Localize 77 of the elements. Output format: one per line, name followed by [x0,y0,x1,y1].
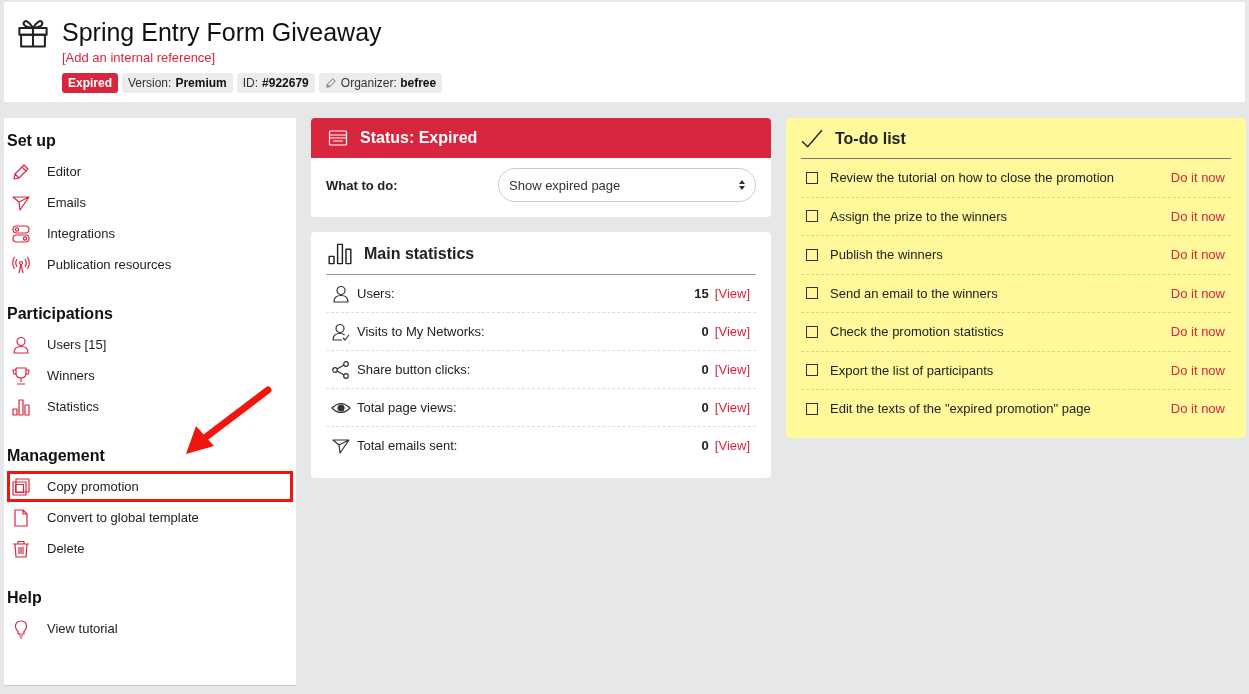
sidebar-item[interactable]: View tutorial [7,613,293,644]
stat-value: 0 [701,438,709,453]
trash-icon [11,538,31,559]
view-link[interactable]: [View] [714,400,750,415]
todo-text: Check the promotion statistics [830,324,1005,340]
stat-value: 15 [694,286,709,301]
do-it-now-link[interactable]: Do it now [1170,247,1225,263]
sidebar-item[interactable]: Publication resources [7,249,293,280]
bar-chart-icon [11,396,31,417]
view-link[interactable]: [View] [714,286,750,301]
stat-label: Visits to My Networks: [357,324,486,339]
sort-caret-icon [739,180,745,190]
view-link[interactable]: [View] [714,438,750,453]
checkmark-icon [801,128,823,150]
stat-label: Share button clicks: [357,362,472,377]
do-it-now-link[interactable]: Do it now [1170,170,1225,186]
pencil-icon [324,77,337,89]
stat-value: 0 [701,324,709,339]
checkbox[interactable] [806,402,818,415]
info-badge: ID: #922679 [236,73,315,93]
do-it-now-link[interactable]: Do it now [1170,362,1225,378]
card-title: Main statistics [364,245,475,263]
checkbox[interactable] [806,325,818,338]
sidebar-item[interactable]: Winners [7,360,293,391]
card-title: To-do list [835,130,906,148]
checkbox[interactable] [806,171,818,184]
sidebar-item[interactable]: Statistics [7,391,293,422]
do-it-now-link[interactable]: Do it now [1170,208,1225,224]
stat-value: 0 [701,362,709,377]
field-label: What to do: [326,177,398,193]
status-title: Status: Expired [360,129,478,147]
do-it-now-link[interactable]: Do it now [1170,324,1225,340]
sidebar-item[interactable]: Integrations [7,218,293,249]
sidebar-item[interactable]: Users [15] [7,329,293,360]
todo-text: Export the list of participants [830,362,995,378]
view-link[interactable]: [View] [714,362,750,377]
do-it-now-link[interactable]: Do it now [1170,285,1225,301]
todo-text: Assign the prize to the winners [830,208,1009,224]
user-check-icon [331,321,351,342]
todo-text: Send an email to the winners [830,285,999,301]
sidebar-item[interactable]: Editor [7,156,293,187]
todo-text: Review the tutorial on how to close the promotion [830,170,1115,186]
section-title: Participations [7,305,114,323]
view-link[interactable]: [View] [714,324,750,339]
info-badge: Version: Premium [122,73,233,93]
trophy-icon [11,365,31,386]
sidebar-item[interactable]: Convert to global template [7,502,293,533]
checkbox[interactable] [806,210,818,223]
copy-icon [11,476,31,497]
document-icon [11,507,31,528]
organizer-badge[interactable]: Organizer: befree [318,73,443,93]
checkbox[interactable] [806,248,818,261]
checkbox[interactable] [806,287,818,300]
status-badge: Expired [62,73,118,93]
add-reference-link[interactable]: [Add an internal reference] [62,50,216,65]
share-icon [331,359,351,380]
stat-value: 0 [701,400,709,415]
action-select[interactable]: Show expired page [498,168,756,202]
checkbox[interactable] [806,364,818,377]
user-icon [11,334,31,355]
section-title: Management [7,447,106,465]
page-title: Spring Entry Form Giveaway [62,18,383,47]
stat-label: Total emails sent: [357,438,459,453]
bar-chart-icon [328,242,352,266]
antenna-icon [11,254,31,275]
toggle-icon [11,223,31,244]
section-title: Set up [7,132,57,150]
sidebar-item[interactable]: Delete [7,533,293,564]
stat-label: Users: [357,286,396,301]
sidebar-item[interactable]: Emails [7,187,293,218]
section-title: Help [7,589,43,607]
user-icon [331,283,351,304]
todo-text: Publish the winners [830,247,944,263]
do-it-now-link[interactable]: Do it now [1170,401,1225,417]
todo-text: Edit the texts of the "expired promotion" page [830,401,1092,417]
stat-label: Total page views: [357,400,458,415]
card-icon [328,128,348,148]
